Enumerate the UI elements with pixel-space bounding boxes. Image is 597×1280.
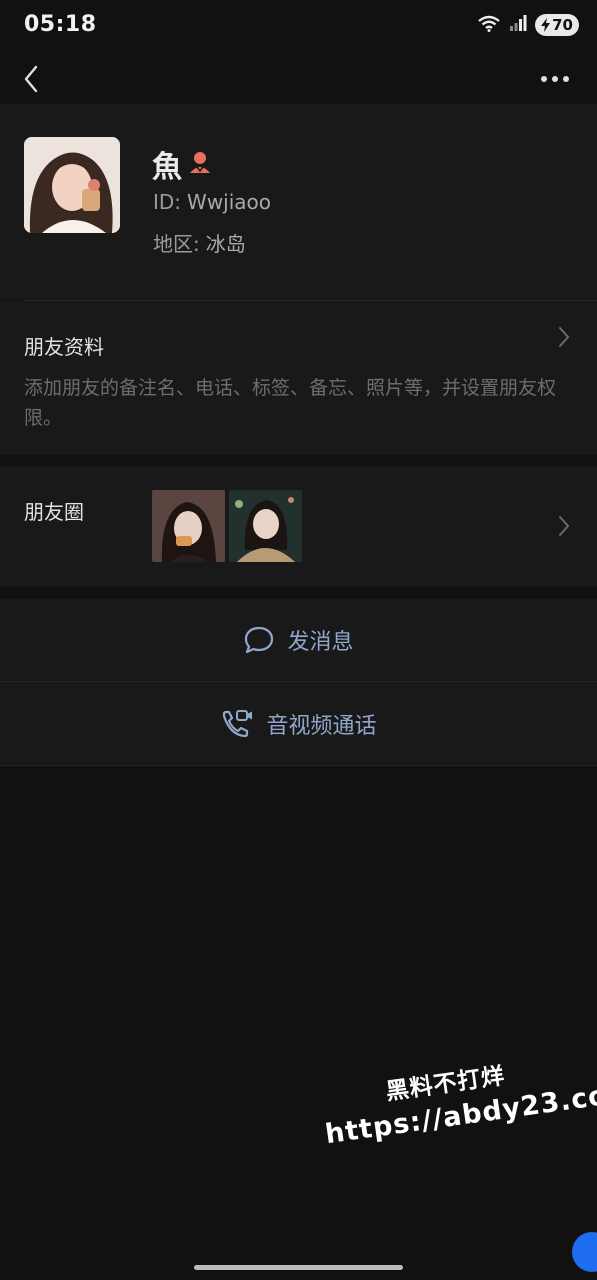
video-call-button[interactable]: 音视频通话 [0, 682, 597, 765]
more-button[interactable] [537, 64, 573, 94]
status-bar: 05:18 70 [0, 0, 597, 54]
video-call-icon [223, 709, 253, 737]
moments-photo [229, 490, 302, 562]
more-dots-icon [541, 76, 569, 82]
profile-id-line: ID: Wwjiaoo [153, 190, 271, 214]
friend-info-card[interactable]: 朋友资料 添加朋友的备注名、电话、标签、备忘、照片等，并设置朋友权限。 [0, 301, 597, 455]
home-indicator[interactable] [194, 1265, 403, 1270]
signal-icon [509, 15, 527, 35]
nav-bar [0, 54, 597, 104]
chat-bubble-icon [245, 626, 274, 654]
wifi-icon [477, 14, 501, 36]
back-button[interactable] [16, 62, 46, 96]
profile-region-line: 地区: 冰岛 [153, 228, 246, 257]
moments-title: 朋友圈 [24, 500, 84, 524]
watermark: 黑料不打烊 https://abdy23.com [318, 1038, 597, 1150]
moments-thumbnails [152, 490, 302, 562]
avatar[interactable] [24, 137, 120, 233]
region-label: 地区: [153, 232, 200, 256]
region-value: 冰岛 [205, 232, 246, 256]
chevron-left-icon [24, 65, 38, 93]
status-time: 05:18 [24, 12, 97, 37]
chevron-right-icon [557, 325, 571, 349]
moments-photo [152, 490, 225, 562]
actions-bottom-divider [0, 765, 597, 766]
profile-name: 魚 [152, 150, 182, 185]
floating-assistant-button[interactable] [572, 1232, 597, 1272]
charging-bolt-icon [541, 18, 551, 32]
person-badge-icon [188, 149, 212, 179]
status-icons: 70 [477, 14, 579, 36]
send-message-button[interactable]: 发消息 [0, 599, 597, 681]
id-label: ID: [153, 190, 182, 214]
id-value: Wwjiaoo [187, 190, 272, 214]
profile-header: 魚 ID: Wwjiaoo 地区: 冰岛 [0, 104, 597, 301]
friend-info-description: 添加朋友的备注名、电话、标签、备忘、照片等，并设置朋友权限。 [24, 377, 557, 429]
moments-card[interactable]: 朋友圈 [0, 466, 597, 586]
chevron-right-icon [557, 514, 571, 538]
battery-indicator: 70 [535, 14, 579, 36]
battery-level: 70 [552, 16, 573, 34]
friend-info-title: 朋友资料 [24, 335, 104, 359]
send-message-label: 发消息 [287, 630, 354, 655]
video-call-label: 音视频通话 [266, 713, 377, 739]
name-row: 魚 [152, 142, 212, 186]
